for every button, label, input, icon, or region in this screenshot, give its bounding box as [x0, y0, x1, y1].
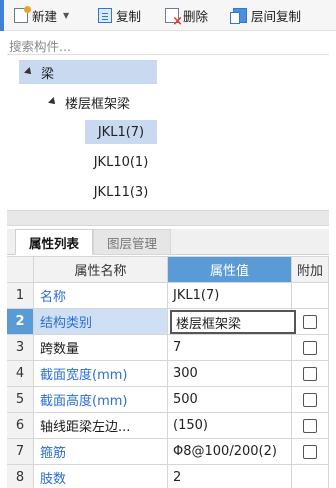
- delete-button[interactable]: 删除: [165, 5, 209, 28]
- tree-item-jkl11[interactable]: JKL11(3): [85, 180, 157, 204]
- row-number: 5: [7, 387, 34, 413]
- row-number: 1: [7, 283, 34, 309]
- extra-checkbox[interactable]: [303, 392, 317, 407]
- extra-cell: [292, 309, 329, 335]
- panel-edge: [0, 0, 4, 31]
- property-value[interactable]: 500: [168, 387, 292, 413]
- property-name: 截面宽度(mm): [34, 361, 168, 387]
- extra-checkbox[interactable]: [303, 418, 317, 433]
- header-value[interactable]: 属性值: [168, 257, 292, 283]
- extra-cell: [292, 361, 329, 387]
- property-value[interactable]: Φ8@100/200(2): [168, 439, 292, 465]
- chevron-down-icon[interactable]: ▼: [63, 11, 69, 20]
- grid-header: 属性名称 属性值 附加: [7, 257, 329, 283]
- row-number: 8: [7, 465, 34, 488]
- extra-cell: [292, 283, 329, 309]
- extra-checkbox[interactable]: [303, 340, 317, 355]
- property-name: 跨数量: [34, 335, 168, 361]
- tree-node-beam-label: 梁: [41, 66, 55, 82]
- floor-copy-icon: [230, 7, 247, 24]
- tree-item-jkl1[interactable]: JKL1(7): [85, 120, 157, 144]
- search-input[interactable]: 搜索构件...: [7, 33, 329, 55]
- tree-node-beam[interactable]: 梁: [19, 60, 157, 84]
- tree-item-label: JKL11(3): [93, 184, 149, 200]
- property-value[interactable]: 300: [168, 361, 292, 387]
- table-row[interactable]: 3 跨数量 7: [7, 335, 329, 361]
- panel-splitter[interactable]: [7, 210, 329, 226]
- copy-button[interactable]: 复制: [98, 5, 141, 25]
- property-value[interactable]: 2: [168, 465, 292, 488]
- table-row-selected[interactable]: 2 结构类别 楼层框架梁: [7, 309, 329, 335]
- new-file-icon: [14, 5, 31, 23]
- row-number: 6: [7, 413, 34, 439]
- tree-node-floor-frame-beam-label: 楼层框架梁: [65, 96, 131, 112]
- delete-button-label: 删除: [183, 8, 209, 24]
- tree-item-label: JKL10(1): [93, 154, 149, 170]
- table-row[interactable]: 4 截面宽度(mm) 300: [7, 361, 329, 387]
- property-name: 轴线距梁左边...: [34, 413, 168, 439]
- table-row[interactable]: 5 截面高度(mm) 500: [7, 387, 329, 413]
- delete-icon: [165, 7, 183, 28]
- extra-checkbox[interactable]: [303, 366, 317, 381]
- property-value[interactable]: (150): [168, 413, 292, 439]
- extra-checkbox[interactable]: [303, 444, 317, 459]
- table-row[interactable]: 6 轴线距梁左边... (150): [7, 413, 329, 439]
- extra-checkbox[interactable]: [303, 314, 317, 329]
- header-name[interactable]: 属性名称: [34, 257, 168, 283]
- tab-layer-management[interactable]: 图层管理: [93, 229, 171, 255]
- table-row[interactable]: 1 名称 JKL1(7): [7, 283, 329, 309]
- component-tree: 梁 楼层框架梁 JKL1(7) JKL10(1) JKL11(3): [7, 56, 329, 206]
- copy-icon: [98, 7, 112, 23]
- extra-cell: [292, 387, 329, 413]
- copy-button-label: 复制: [116, 8, 142, 24]
- header-extra[interactable]: 附加: [292, 257, 329, 283]
- property-value-editor[interactable]: 楼层框架梁: [170, 310, 296, 334]
- property-name: 箍筋: [34, 439, 168, 465]
- header-row-number: [7, 257, 34, 283]
- floor-copy-button[interactable]: 层间复制: [230, 5, 302, 25]
- row-number: 2: [7, 309, 34, 335]
- row-number: 3: [7, 335, 34, 361]
- table-row[interactable]: 7 箍筋 Φ8@100/200(2): [7, 439, 329, 465]
- row-number: 4: [7, 361, 34, 387]
- row-number: 7: [7, 439, 34, 465]
- property-value[interactable]: 7: [168, 335, 292, 361]
- floor-copy-button-label: 层间复制: [251, 8, 302, 24]
- tree-node-floor-frame-beam[interactable]: 楼层框架梁: [47, 90, 130, 114]
- table-row[interactable]: 8 肢数 2: [7, 465, 329, 488]
- property-name: 截面高度(mm): [34, 387, 168, 413]
- new-button[interactable]: 新建 ▼: [14, 5, 69, 25]
- extra-cell: [292, 465, 329, 488]
- property-value[interactable]: JKL1(7): [168, 283, 292, 309]
- extra-cell: [292, 335, 329, 361]
- property-name: 结构类别: [34, 309, 168, 335]
- extra-cell: [292, 439, 329, 465]
- property-name: 名称: [34, 283, 168, 309]
- tab-properties[interactable]: 属性列表: [15, 229, 93, 255]
- property-name: 肢数: [34, 465, 168, 488]
- expand-triangle-icon[interactable]: [24, 67, 34, 77]
- tree-item-jkl10[interactable]: JKL10(1): [85, 150, 157, 174]
- tree-item-label: JKL1(7): [97, 124, 145, 140]
- expand-triangle-icon[interactable]: [48, 97, 58, 107]
- toolbar: 新建 ▼ 复制 删除 层间复制: [0, 0, 336, 31]
- new-button-label: 新建: [32, 8, 58, 24]
- extra-cell: [292, 413, 329, 439]
- property-tabs: 属性列表 图层管理: [7, 229, 329, 255]
